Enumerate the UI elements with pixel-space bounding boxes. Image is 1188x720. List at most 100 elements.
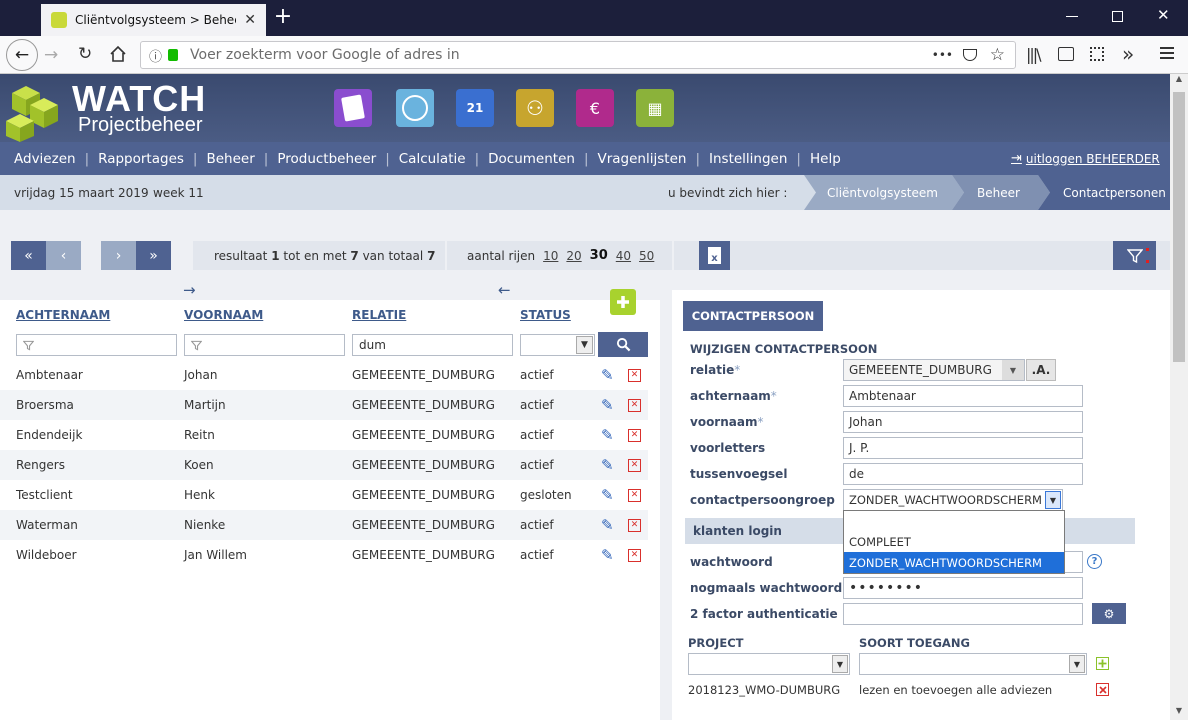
page-scrollbar[interactable]: ▲ ▼ — [1170, 74, 1188, 720]
table-row[interactable]: Broersma Martijn GEMEEENTE_DUMBURG actief ✎ ✕ — [0, 390, 648, 420]
dropdown-option-zonder-wachtwoordscherm[interactable]: ZONDER_WACHTWOORDSCHERM — [844, 552, 1064, 573]
column-header-status[interactable]: STATUS — [520, 308, 571, 322]
minimize-icon[interactable] — [1066, 16, 1078, 17]
watch-logo-icon[interactable] — [6, 84, 72, 144]
edit-icon[interactable]: ✎ — [601, 457, 618, 473]
calculator-module-icon[interactable]: ▦ — [636, 89, 674, 127]
tab-contactpersoon[interactable]: CONTACTPERSOON — [683, 301, 823, 331]
nav-instellingen[interactable]: Instellingen — [709, 151, 787, 167]
library-icon[interactable]: |||\ — [1026, 45, 1042, 64]
filter-voornaam-input[interactable] — [184, 334, 345, 356]
delete-icon[interactable]: ✕ — [628, 368, 641, 382]
breadcrumb-beheer[interactable]: Beheer — [977, 186, 1020, 200]
edit-icon[interactable]: ✎ — [601, 367, 618, 383]
page-actions-icon[interactable]: ••• — [932, 48, 953, 62]
help-icon[interactable]: ? — [1087, 554, 1102, 569]
documents-module-icon[interactable] — [334, 89, 372, 127]
column-header-achternaam[interactable]: ACHTERNAAM — [16, 308, 110, 322]
nav-productbeheer[interactable]: Productbeheer — [277, 151, 376, 167]
delete-icon[interactable]: ✕ — [628, 398, 641, 412]
home-icon[interactable] — [109, 45, 127, 63]
edit-icon[interactable]: ✎ — [601, 517, 618, 533]
reload-icon[interactable]: ↻ — [78, 44, 92, 64]
twofa-input[interactable] — [843, 603, 1083, 625]
first-page-button[interactable]: « — [11, 241, 46, 270]
qr-icon[interactable] — [1090, 47, 1104, 61]
logout-link[interactable]: ⇥ uitloggen BEHEERDER — [1011, 151, 1160, 166]
add-contact-button[interactable] — [610, 289, 636, 315]
filter-achternaam-input[interactable] — [16, 334, 177, 356]
filter-status-select[interactable]: ▼ — [520, 334, 595, 356]
edit-icon[interactable]: ✎ — [601, 397, 618, 413]
search-button[interactable] — [598, 332, 648, 357]
breadcrumb-clientvolgsysteem[interactable]: Cliëntvolgsysteem — [827, 186, 938, 200]
edit-icon[interactable]: ✎ — [601, 427, 618, 443]
nav-calculatie[interactable]: Calculatie — [399, 151, 466, 167]
table-row[interactable]: Testclient Henk GEMEEENTE_DUMBURG gesloten ✎… — [0, 480, 648, 510]
nav-beheer[interactable]: Beheer — [206, 151, 254, 167]
project-select[interactable]: ▼ — [688, 653, 850, 675]
rows-option-20[interactable]: 20 — [566, 249, 581, 263]
overflow-icon[interactable]: » — [1122, 42, 1134, 66]
relatie-select[interactable]: GEMEEENTE_DUMBURG ▼ — [843, 359, 1025, 381]
twofa-settings-button[interactable]: ⚙ — [1092, 603, 1126, 624]
menu-icon[interactable] — [1160, 47, 1174, 59]
nav-rapportages[interactable]: Rapportages — [98, 151, 184, 167]
rows-option-40[interactable]: 40 — [616, 249, 631, 263]
excel-export-button[interactable]: x — [699, 241, 730, 270]
close-tab-icon[interactable]: ✕ — [244, 12, 256, 28]
rows-option-30[interactable]: 30 — [590, 248, 608, 263]
back-button[interactable]: ← — [6, 39, 38, 71]
delete-icon[interactable]: ✕ — [628, 548, 641, 562]
nav-adviezen[interactable]: Adviezen — [14, 151, 76, 167]
scroll-left-icon[interactable]: ← — [498, 281, 511, 299]
tussenvoegsel-input[interactable]: de — [843, 463, 1083, 485]
rows-option-50[interactable]: 50 — [639, 249, 654, 263]
maximize-icon[interactable] — [1112, 11, 1123, 22]
voornaam-input[interactable]: Johan — [843, 411, 1083, 433]
sidebar-icon[interactable] — [1058, 47, 1074, 61]
scroll-up-icon[interactable]: ▲ — [1170, 74, 1188, 88]
close-window-icon[interactable]: ✕ — [1157, 6, 1170, 24]
edit-icon[interactable]: ✎ — [601, 487, 618, 503]
table-row[interactable]: Waterman Nienke GEMEEENTE_DUMBURG actief ✎ ✕ — [0, 510, 648, 540]
delete-icon[interactable]: ✕ — [628, 518, 641, 532]
last-page-button[interactable]: » — [136, 241, 171, 270]
new-tab-button[interactable]: + — [272, 4, 294, 32]
add-project-button[interactable] — [1096, 657, 1109, 670]
table-row[interactable]: Endendeijk Reitn GEMEEENTE_DUMBURG actief ✎ ✕ — [0, 420, 648, 450]
table-row[interactable]: Wildeboer Jan Willem GEMEEENTE_DUMBURG acti… — [0, 540, 648, 570]
pocket-icon[interactable] — [963, 49, 977, 61]
delete-project-button[interactable] — [1096, 683, 1109, 696]
toegang-select[interactable]: ▼ — [859, 653, 1087, 675]
voorletters-input[interactable]: J. P. — [843, 437, 1083, 459]
delete-icon[interactable]: ✕ — [628, 428, 641, 442]
delete-icon[interactable]: ✕ — [628, 458, 641, 472]
bookmark-star-icon[interactable]: ☆ — [990, 45, 1005, 65]
filter-button[interactable] — [1113, 241, 1156, 270]
clock-module-icon[interactable] — [396, 89, 434, 127]
calendar-module-icon[interactable]: 21 — [456, 89, 494, 127]
nogmaals-wachtwoord-input[interactable]: •••••••• — [843, 577, 1083, 599]
forward-button[interactable]: → — [44, 45, 58, 65]
filter-relatie-input[interactable]: dum — [352, 334, 513, 356]
nav-vragenlijsten[interactable]: Vragenlijsten — [598, 151, 687, 167]
info-icon[interactable]: ⓘ — [149, 46, 162, 65]
nav-documenten[interactable]: Documenten — [488, 151, 575, 167]
prev-page-button[interactable]: ‹ — [46, 241, 81, 270]
nav-help[interactable]: Help — [810, 151, 841, 167]
edit-icon[interactable]: ✎ — [601, 547, 618, 563]
next-page-button[interactable]: › — [101, 241, 136, 270]
users-module-icon[interactable]: ⚇ — [516, 89, 554, 127]
scroll-thumb[interactable] — [1173, 92, 1185, 362]
scroll-down-icon[interactable]: ▼ — [1170, 706, 1188, 720]
browser-tab[interactable]: Cliëntvolgsysteem > Beheer > C ✕ — [41, 4, 266, 36]
delete-icon[interactable]: ✕ — [628, 488, 641, 502]
table-row[interactable]: Ambtenaar Johan GEMEEENTE_DUMBURG actief ✎ ✕ — [0, 360, 648, 390]
relatie-lookup-button[interactable]: .A. — [1026, 359, 1056, 381]
dropdown-option-empty[interactable] — [844, 511, 1064, 531]
dropdown-option-compleet[interactable]: COMPLEET — [844, 531, 1064, 552]
contactpersoongroep-select[interactable]: ZONDER_WACHTWOORDSCHERM ▼ — [843, 489, 1063, 511]
scroll-right-icon[interactable]: → — [183, 281, 196, 299]
achternaam-input[interactable]: Ambtenaar — [843, 385, 1083, 407]
